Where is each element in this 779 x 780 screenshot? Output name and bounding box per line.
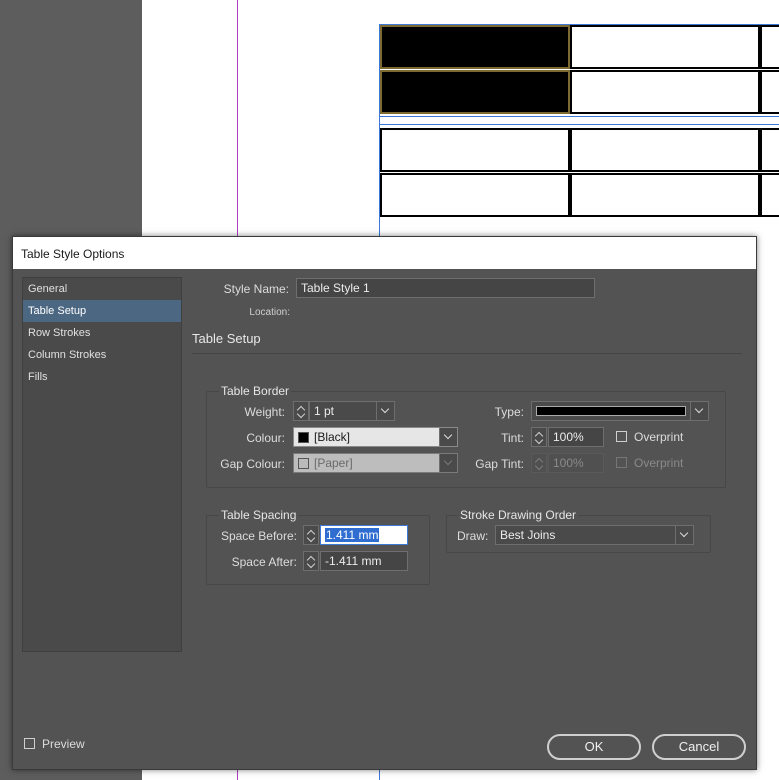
location-label: Location: (249, 307, 290, 318)
tint-input[interactable]: 100% (548, 427, 604, 447)
stroke-type-combo[interactable] (531, 401, 709, 421)
sidebar-item-table-setup[interactable]: Table Setup (23, 300, 181, 322)
space-after-input[interactable]: -1.411 mm (320, 551, 408, 571)
draw-label: Draw: (457, 529, 489, 543)
table-cell[interactable] (380, 173, 570, 217)
draw-value: Best Joins (500, 528, 556, 542)
gap-tint-label: Gap Tint: (475, 457, 524, 471)
table-style-options-dialog: Table Style Options General Table Setup … (12, 236, 757, 770)
sidebar-item-row-strokes[interactable]: Row Strokes (23, 322, 181, 344)
weight-value: 1 pt (314, 404, 335, 418)
colour-combo[interactable]: [Black] (293, 427, 458, 447)
draw-combo[interactable]: Best Joins (495, 525, 694, 545)
cancel-button[interactable]: Cancel (652, 734, 746, 760)
table-spacing-title: Table Spacing (219, 508, 299, 522)
space-before-value: 1.411 mm (325, 528, 380, 542)
weight-stepper[interactable] (293, 401, 309, 421)
table-cell[interactable] (570, 25, 760, 69)
gap-colour-value: [Paper] (314, 456, 353, 470)
chevron-down-icon[interactable] (376, 402, 394, 420)
sidebar-item-column-strokes[interactable]: Column Strokes (23, 344, 181, 366)
space-before-stepper[interactable] (303, 525, 319, 545)
dialog-title: Table Style Options (13, 237, 756, 269)
table-cell[interactable] (570, 70, 760, 114)
gap-overprint-label: Overprint (634, 456, 684, 470)
space-after-stepper[interactable] (303, 551, 319, 571)
table-cell[interactable] (760, 128, 779, 172)
table-border-title: Table Border (219, 384, 292, 398)
overprint-checkbox[interactable] (616, 431, 627, 442)
gap-colour-label: Gap Colour: (220, 457, 285, 471)
space-after-label: Space After: (231, 555, 297, 569)
sidebar-item-fills[interactable]: Fills (23, 366, 181, 388)
table-gap-line (380, 116, 779, 117)
weight-label: Weight: (244, 405, 285, 419)
solid-stroke-preview (536, 406, 686, 416)
space-before-input[interactable]: 1.411 mm (320, 525, 408, 545)
space-before-label: Space Before: (220, 529, 297, 543)
paper-swatch-icon (298, 458, 309, 469)
preview-label: Preview (42, 737, 85, 751)
ok-button[interactable]: OK (547, 734, 641, 760)
gap-tint-stepper[interactable] (531, 453, 547, 473)
style-name-input[interactable]: Table Style 1 (296, 278, 595, 298)
tint-stepper[interactable] (531, 427, 547, 447)
colour-label: Colour: (246, 431, 285, 445)
sidebar: General Table Setup Row Strokes Column S… (22, 277, 182, 652)
table-cell[interactable] (380, 25, 570, 69)
tint-label: Tint: (501, 431, 524, 445)
table-cell[interactable] (380, 70, 570, 114)
table-cell[interactable] (570, 128, 760, 172)
table-cell[interactable] (380, 128, 570, 172)
preview-checkbox[interactable] (24, 738, 35, 749)
chevron-down-icon[interactable] (690, 402, 708, 420)
colour-value: [Black] (314, 430, 351, 444)
stroke-order-title: Stroke Drawing Order (458, 508, 579, 522)
gap-tint-input[interactable]: 100% (548, 453, 604, 473)
table-cell[interactable] (570, 173, 760, 217)
chevron-down-icon[interactable] (675, 526, 693, 544)
table-gap-line (380, 124, 779, 125)
type-label: Type: (494, 405, 524, 419)
table-cell[interactable] (760, 70, 779, 114)
section-title: Table Setup (192, 331, 261, 346)
table-cell[interactable] (760, 25, 779, 69)
black-swatch-icon (298, 432, 309, 443)
section-divider (192, 353, 742, 354)
style-name-label: Style Name: (223, 282, 289, 296)
sidebar-item-general[interactable]: General (23, 278, 181, 300)
gap-colour-combo[interactable]: [Paper] (293, 453, 458, 473)
table-cell[interactable] (760, 173, 779, 217)
weight-combo[interactable]: 1 pt (309, 401, 395, 421)
gap-overprint-checkbox[interactable] (616, 457, 627, 468)
overprint-label: Overprint (634, 430, 684, 444)
